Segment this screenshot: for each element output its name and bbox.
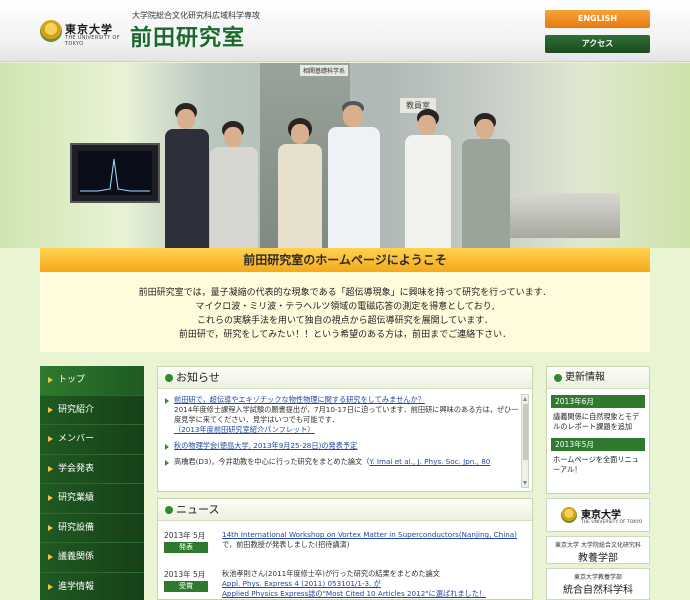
nav-item-publications[interactable]: 研究業績 bbox=[40, 484, 144, 514]
spectrum-graphic bbox=[80, 158, 150, 192]
person-5 bbox=[405, 109, 451, 248]
paper-link[interactable]: Appl. Phys. Express 4 (2011) 053101/1-3.… bbox=[222, 579, 381, 588]
update-text: 議義関係に自然現象とモデルのレポート課題を追加 bbox=[553, 412, 640, 431]
ginkgo-emblem-icon bbox=[561, 507, 577, 523]
notice-link[interactable]: 前田研で，超伝導やエキゾチックな物性物理に関する研究をしてみませんか？ bbox=[174, 395, 425, 404]
updates-heading: 更新情報 bbox=[547, 367, 649, 389]
news-text: 秋池孝則さん(2011年度修士卒)が行った研究の結果をまとめた論文 Appl. … bbox=[222, 569, 487, 598]
nav-item-research[interactable]: 研究紹介 bbox=[40, 395, 144, 425]
utokyo-logo[interactable]: 東京大学 THE UNIVERSITY OF TOKYO bbox=[40, 20, 120, 47]
logo-text-en: THE UNIVERSITY OF TOKYO bbox=[65, 35, 120, 47]
intro-text: 前田研究室では，量子凝縮の代表的な現象である「超伝導現象」に興味を持って研究を行… bbox=[40, 272, 650, 352]
scroll-up-icon[interactable] bbox=[523, 397, 527, 401]
bullet-icon bbox=[165, 374, 173, 382]
news-heading: ニュース bbox=[158, 499, 532, 521]
banner-title: 教養学部 bbox=[578, 553, 618, 564]
intro-line-4: 前田研で，研究をしてみたい！！という希望のある方は，前田までご連絡下さい． bbox=[178, 330, 512, 340]
nav-item-admissions[interactable]: 進学情報 bbox=[40, 572, 144, 600]
arrow-icon bbox=[48, 406, 53, 413]
college-banner[interactable]: 東京大学 大学院総合文化研究科 教養学部 bbox=[546, 536, 650, 564]
list-item: 高橋君(D3)，今井助教を中心に行った研究をまとめた論文（Y. Imai et … bbox=[164, 457, 520, 467]
list-item: 秋の物理学会(徳島大学, 2013年9月25-28日)の発表予定 bbox=[164, 441, 520, 451]
person-6 bbox=[462, 113, 510, 248]
update-month: 2013年5月 bbox=[551, 438, 645, 451]
bullet-icon bbox=[165, 506, 173, 514]
arrow-icon bbox=[48, 377, 53, 383]
banner-title: 統合自然科学科 bbox=[563, 585, 633, 596]
arrow-icon bbox=[48, 583, 53, 590]
banner-title: 東京大学 bbox=[581, 510, 621, 521]
utokyo-banner[interactable]: 東京大学 THE UNIVERSITY OF TOKYO bbox=[546, 498, 650, 532]
notice-link[interactable]: 秋の物理学会(徳島大学, 2013年9月25-28日)の発表予定 bbox=[174, 441, 357, 450]
nav-item-top[interactable]: トップ bbox=[40, 366, 144, 396]
nav-item-facilities[interactable]: 研究設備 bbox=[40, 513, 144, 543]
workshop-link[interactable]: 14th International Workshop on Vortex Ma… bbox=[222, 530, 517, 539]
scroll-down-icon[interactable] bbox=[523, 481, 527, 485]
list-item: 前田研で，超伝導やエキゾチックな物性物理に関する研究をしてみませんか？ 2014… bbox=[164, 395, 520, 435]
nav-item-lectures[interactable]: 議義関係 bbox=[40, 543, 144, 573]
arrow-icon bbox=[48, 436, 53, 442]
hero-photo: 相関基礎科学系 教員室 bbox=[0, 63, 690, 248]
bullet-icon bbox=[554, 374, 562, 382]
access-button[interactable]: アクセス bbox=[545, 35, 650, 53]
intro-line-2: マイクロ波・ミリ波・テラヘルツ領域の電磁応答の測定を得意としており, bbox=[195, 302, 495, 312]
arrow-icon bbox=[48, 554, 53, 560]
department-banner[interactable]: 東京大学教養学部 統合自然科学科 bbox=[546, 568, 650, 600]
notice-scrollbar[interactable] bbox=[521, 394, 529, 488]
notice-panel: お知らせ 前田研で，超伝導やエキゾチックな物性物理に関する研究をしてみませんか？… bbox=[157, 366, 533, 492]
news-date: 2013年 5月 bbox=[164, 531, 206, 540]
arrow-icon bbox=[48, 495, 53, 501]
banner-subtitle: 東京大学教養学部 bbox=[573, 574, 622, 581]
news-date: 2013年 5月 bbox=[164, 570, 206, 579]
lab-monitor bbox=[70, 143, 160, 203]
side-nav: トップ 研究紹介 メンバー 学会発表 研究業績 研究設備 議義関係 進学情報 bbox=[40, 366, 144, 600]
notice-heading: お知らせ bbox=[158, 367, 532, 389]
door-sign: 相関基礎科学系 bbox=[300, 65, 349, 76]
news-panel: ニュース 2013年 5月 発表 14th International Work… bbox=[157, 498, 533, 600]
person-4 bbox=[328, 101, 380, 248]
person-2 bbox=[210, 121, 258, 248]
nav-item-members[interactable]: メンバー bbox=[40, 425, 144, 455]
site-header: 東京大学 THE UNIVERSITY OF TOKYO 大学院総合文化研究科広… bbox=[0, 0, 690, 62]
notice-list: 前田研で，超伝導やエキゾチックな物性物理に関する研究をしてみませんか？ 2014… bbox=[164, 395, 520, 489]
update-text: ホームページを全面リニューアル！ bbox=[553, 455, 639, 474]
english-button[interactable]: ENGLISH bbox=[545, 10, 650, 28]
banner-subtitle: 東京大学 大学院総合文化研究科 bbox=[555, 542, 641, 549]
news-badge: 受賞 bbox=[164, 581, 208, 592]
paper-link[interactable]: Y. Imai et al., J. Phys. Soc. Jpn., 80 bbox=[369, 457, 490, 466]
arrow-icon bbox=[48, 524, 53, 531]
news-text: 14th International Workshop on Vortex Ma… bbox=[222, 530, 517, 549]
news-badge: 発表 bbox=[164, 542, 208, 553]
ginkgo-emblem-icon bbox=[40, 20, 62, 42]
lab-title[interactable]: 前田研究室 bbox=[130, 20, 245, 52]
arrow-icon bbox=[48, 465, 53, 472]
person-3 bbox=[278, 118, 322, 248]
updates-panel: 更新情報 2013年6月 議義関係に自然現象とモデルのレポート課題を追加 201… bbox=[546, 366, 650, 494]
intro-line-3: これらの実験手法を用いて独自の視点から超伝導研究を展開しています． bbox=[196, 316, 494, 326]
update-month: 2013年6月 bbox=[551, 395, 645, 408]
intro-line-1: 前田研究室では，量子凝縮の代表的な現象である「超伝導現象」に興味を持って研究を行… bbox=[138, 288, 552, 298]
equipment-box bbox=[500, 193, 620, 238]
scroll-thumb[interactable] bbox=[523, 404, 528, 460]
welcome-heading: 前田研究室のホームページにようこそ bbox=[40, 248, 650, 272]
banner-subtitle: THE UNIVERSITY OF TOKYO bbox=[581, 520, 643, 525]
journal-link[interactable]: Applied Physics Express誌の"Most Cited 10 … bbox=[222, 589, 486, 598]
person-1 bbox=[165, 103, 209, 248]
nav-item-presentations[interactable]: 学会発表 bbox=[40, 454, 144, 484]
pamphlet-link[interactable]: （2013年度前田研究室紹介パンフレット） bbox=[174, 425, 315, 434]
